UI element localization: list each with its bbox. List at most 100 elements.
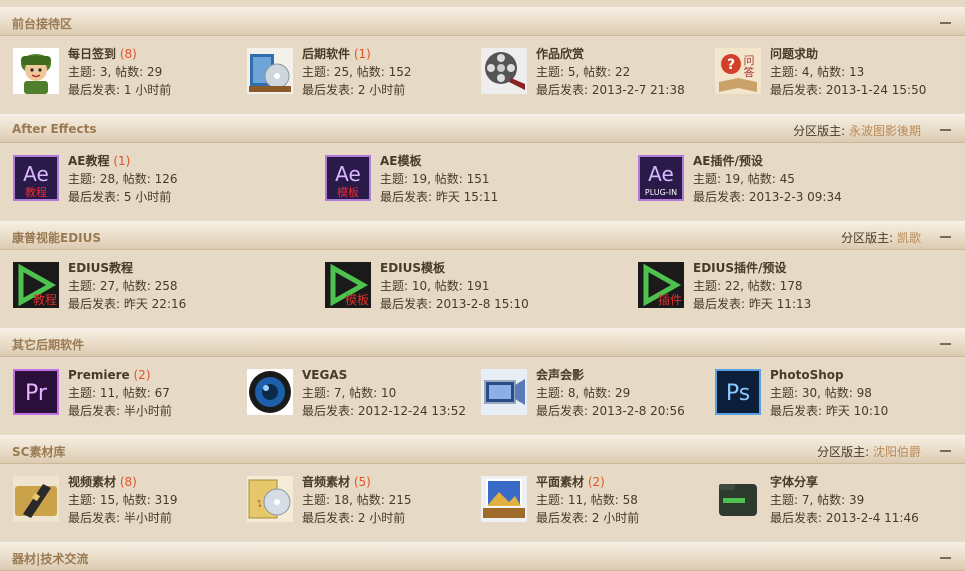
section-header: After Effects 分区版主: 永波图影後期 <box>0 114 965 143</box>
last-post[interactable]: 最后发表: 2 小时前 <box>302 81 412 99</box>
moderator-name[interactable]: 永波图影後期 <box>849 124 921 138</box>
forum-stats: 主题: 22, 帖数: 178 <box>693 279 803 293</box>
software-box-icon[interactable] <box>247 48 293 94</box>
section-title[interactable]: After Effects <box>12 122 97 136</box>
last-post[interactable]: 最后发表: 半小时前 <box>68 509 178 527</box>
film-folder-icon[interactable] <box>13 476 59 522</box>
forum-name[interactable]: 后期软件 <box>302 47 350 61</box>
forum-name[interactable]: 平面素材 <box>536 475 584 489</box>
qa-book-icon[interactable]: ? 问答 <box>715 48 761 94</box>
last-post[interactable]: 最后发表: 2013-2-8 15:10 <box>380 295 529 313</box>
section-header: 前台接待区 <box>0 7 965 36</box>
video-studio-icon[interactable] <box>481 369 527 415</box>
font-folder-icon[interactable] <box>715 476 761 522</box>
last-post[interactable]: 最后发表: 2013-2-3 09:34 <box>693 188 842 206</box>
moderator-info: 分区版主: 凯歌 <box>841 229 921 246</box>
forum-name[interactable]: EDIUS教程 <box>68 261 133 275</box>
forum-name[interactable]: 音频素材 <box>302 475 350 489</box>
svg-text:模板: 模板 <box>337 185 359 199</box>
section-title[interactable]: 其它后期软件 <box>12 336 84 353</box>
svg-text:?: ? <box>727 57 735 73</box>
last-post[interactable]: 最后发表: 2013-1-24 15:50 <box>770 81 926 99</box>
vegas-lens-icon[interactable] <box>247 369 293 415</box>
last-post[interactable]: 最后发表: 昨天 15:11 <box>380 188 498 206</box>
edius-template-icon[interactable]: 模板 <box>325 262 371 308</box>
new-post-count: (5) <box>353 475 371 489</box>
photoshop-icon[interactable]: Ps <box>715 369 761 415</box>
section-edius: 康普视能EDIUS 分区版主: 凯歌 教程 EDIUS教程 主题: 27, 帖数… <box>0 221 965 329</box>
section-title[interactable]: 康普视能EDIUS <box>12 229 101 246</box>
music-cd-icon[interactable]: ♪ <box>247 476 293 522</box>
section-title[interactable]: 前台接待区 <box>12 15 72 32</box>
forum-name[interactable]: 问题求助 <box>770 47 818 61</box>
collapse-icon[interactable] <box>940 129 951 131</box>
collapse-icon[interactable] <box>940 557 951 559</box>
last-post[interactable]: 最后发表: 5 小时前 <box>68 188 178 206</box>
svg-text:教程: 教程 <box>33 292 57 307</box>
last-post[interactable]: 最后发表: 2013-2-8 20:56 <box>536 402 685 420</box>
forum-row: Ae 教程 AE教程 (1) 主题: 28, 帖数: 126 最后发表: 5 小时… <box>0 143 965 222</box>
last-post[interactable]: 最后发表: 2012-12-24 13:52 <box>302 402 466 420</box>
new-post-count: (1) <box>353 47 371 61</box>
forum-stats: 主题: 19, 帖数: 151 <box>380 172 490 186</box>
new-post-count: (8) <box>119 475 137 489</box>
collapse-icon[interactable] <box>940 450 951 452</box>
forum-stats: 主题: 15, 帖数: 319 <box>68 493 178 507</box>
forum-name[interactable]: AE模板 <box>380 154 422 168</box>
section-header: SC素材库 分区版主: 沈阳伯爵 <box>0 435 965 464</box>
forum-stats: 主题: 11, 帖数: 67 <box>68 386 170 400</box>
premiere-icon[interactable]: Pr <box>13 369 59 415</box>
image-tray-icon[interactable] <box>481 476 527 522</box>
section-title[interactable]: SC素材库 <box>12 443 65 460</box>
forum-name[interactable]: AE教程 <box>68 154 110 168</box>
new-post-count: (2) <box>587 475 605 489</box>
last-post[interactable]: 最后发表: 2 小时前 <box>536 509 639 527</box>
moderator-name[interactable]: 凯歌 <box>897 231 921 245</box>
last-post[interactable]: 最后发表: 2013-2-7 21:38 <box>536 81 685 99</box>
edius-plugin-icon[interactable]: 插件 <box>638 262 684 308</box>
forum-row: Pr Premiere (2) 主题: 11, 帖数: 67 最后发表: 半小时… <box>0 357 965 436</box>
section-title[interactable]: 器材|技术交流 <box>12 550 88 567</box>
ae-tutorial-icon[interactable]: Ae 教程 <box>13 155 59 201</box>
last-post[interactable]: 最后发表: 2 小时前 <box>302 509 412 527</box>
section-reception: 前台接待区 每日签到 (8) 主题: 3, 帖数: 29 最后发表: 1 小时前… <box>0 7 965 115</box>
forum-name[interactable]: 作品欣赏 <box>536 47 584 61</box>
forum-stats: 主题: 4, 帖数: 13 <box>770 65 865 79</box>
collapse-icon[interactable] <box>940 236 951 238</box>
soldier-icon[interactable] <box>13 48 59 94</box>
new-post-count: (2) <box>133 368 151 382</box>
forum-name[interactable]: VEGAS <box>302 368 347 382</box>
forum-row: 每日签到 (8) 主题: 3, 帖数: 29 最后发表: 1 小时前 后期软件 … <box>0 36 965 115</box>
last-post[interactable]: 最后发表: 1 小时前 <box>68 81 171 99</box>
collapse-icon[interactable] <box>940 343 951 345</box>
svg-text:Pr: Pr <box>25 381 48 406</box>
last-post[interactable]: 最后发表: 昨天 22:16 <box>68 295 186 313</box>
svg-text:PLUG-IN: PLUG-IN <box>645 188 677 197</box>
forum-stats: 主题: 25, 帖数: 152 <box>302 65 412 79</box>
forum-name[interactable]: 视频素材 <box>68 475 116 489</box>
ae-plugin-icon[interactable]: Ae PLUG-IN <box>638 155 684 201</box>
forum-name[interactable]: 会声会影 <box>536 368 584 382</box>
svg-text:Ps: Ps <box>726 381 750 406</box>
edius-tutorial-icon[interactable]: 教程 <box>13 262 59 308</box>
svg-text:答: 答 <box>744 65 755 79</box>
moderator-name[interactable]: 沈阳伯爵 <box>873 445 921 459</box>
moderator-info: 分区版主: 沈阳伯爵 <box>817 443 921 460</box>
last-post[interactable]: 最后发表: 昨天 11:13 <box>693 295 811 313</box>
section-other-software: 其它后期软件 Pr Premiere (2) 主题: 11, 帖数: 67 最后… <box>0 328 965 436</box>
forum-stats: 主题: 19, 帖数: 45 <box>693 172 795 186</box>
forum-name[interactable]: EDIUS插件/预设 <box>693 261 786 275</box>
last-post[interactable]: 最后发表: 昨天 10:10 <box>770 402 888 420</box>
collapse-icon[interactable] <box>940 22 951 24</box>
film-reel-icon[interactable] <box>481 48 527 94</box>
last-post[interactable]: 最后发表: 2013-2-4 11:46 <box>770 509 919 527</box>
ae-template-icon[interactable]: Ae 模板 <box>325 155 371 201</box>
forum-name[interactable]: PhotoShop <box>770 368 844 382</box>
forum-name[interactable]: AE插件/预设 <box>693 154 763 168</box>
forum-name[interactable]: Premiere <box>68 368 130 382</box>
forum-name[interactable]: 每日签到 <box>68 47 116 61</box>
last-post[interactable]: 最后发表: 半小时前 <box>68 402 172 420</box>
forum-row: 视频素材 (8) 主题: 15, 帖数: 319 最后发表: 半小时前 ♪ 音频… <box>0 464 965 543</box>
forum-name[interactable]: 字体分享 <box>770 475 818 489</box>
forum-name[interactable]: EDIUS模板 <box>380 261 445 275</box>
